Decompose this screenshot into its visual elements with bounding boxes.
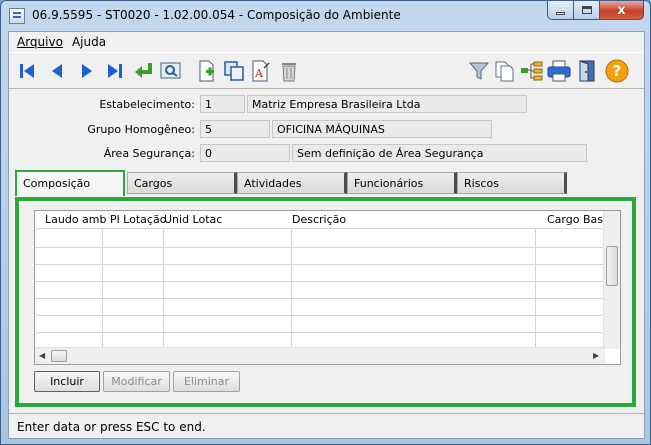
menu-bar: Arquivo Ajuda: [9, 32, 644, 52]
print-icon[interactable]: [547, 59, 571, 83]
close-icon: x: [617, 2, 626, 18]
area-seguranca-description-field: Sem definição de Área Segurança: [292, 144, 587, 162]
next-record-icon[interactable]: [75, 59, 99, 83]
copy-icon[interactable]: [222, 59, 246, 83]
vertical-scrollbar[interactable]: [603, 211, 620, 349]
minimize-button[interactable]: [547, 1, 574, 20]
row-divider: [35, 298, 605, 299]
estabelecimento-label: Estabelecimento:: [99, 98, 195, 111]
column-header-pl-lotacao[interactable]: Pl Lotação: [110, 213, 170, 226]
horizontal-scroll-thumb[interactable]: [51, 350, 67, 362]
tab-riscos[interactable]: Riscos: [457, 172, 567, 194]
maximize-icon: [581, 6, 592, 14]
estabelecimento-description-field: Matriz Empresa Brasileira Ltda: [247, 95, 527, 113]
grupo-homogeneo-code-field: 5: [200, 120, 270, 138]
grid-header: Laudo amb Pl Lotação Unid Lotac Descriçã…: [35, 211, 620, 229]
area-seguranca-label: Área Segurança:: [103, 147, 195, 160]
new-document-icon[interactable]: [195, 59, 219, 83]
help-icon[interactable]: ?: [605, 59, 629, 83]
grupo-homogeneo-label: Grupo Homogêneo:: [87, 123, 195, 136]
title-bar[interactable]: 06.9.5595 - ST0020 - 1.02.00.054 - Compo…: [1, 1, 650, 31]
svg-text:?: ?: [613, 62, 622, 80]
incluir-button[interactable]: Incluir: [34, 371, 100, 392]
column-header-cargo-bas[interactable]: Cargo Bas D: [547, 213, 607, 226]
tab-funcionarios[interactable]: Funcionários: [347, 172, 457, 194]
scroll-left-icon[interactable]: ◀: [39, 351, 45, 360]
last-record-icon[interactable]: [103, 59, 127, 83]
row-divider: [35, 315, 605, 316]
close-button[interactable]: x: [600, 1, 644, 20]
modificar-button[interactable]: Modificar: [103, 371, 170, 392]
composicao-grid[interactable]: Laudo amb Pl Lotação Unid Lotac Descriçã…: [34, 210, 621, 365]
previous-record-icon[interactable]: [45, 59, 69, 83]
status-bar: Enter data or press ESC to end.: [9, 413, 644, 438]
search-icon[interactable]: [159, 59, 183, 83]
tab-composicao[interactable]: Composição: [15, 170, 125, 196]
horizontal-scrollbar[interactable]: ◀ ▶: [35, 347, 605, 364]
tab-atividades[interactable]: Atividades: [237, 172, 347, 194]
rename-icon[interactable]: A: [249, 59, 273, 83]
scroll-right-icon[interactable]: ▶: [593, 351, 599, 360]
estabelecimento-code-field: 1: [200, 95, 245, 113]
row-divider: [35, 281, 605, 282]
minimize-icon: [556, 11, 565, 15]
svg-text:A: A: [254, 67, 264, 80]
client-area: Arquivo Ajuda A ? Estabelecimento: 1 Mat…: [8, 31, 645, 439]
window-title: 06.9.5595 - ST0020 - 1.02.00.054 - Compo…: [32, 8, 401, 22]
exit-icon[interactable]: [575, 59, 599, 83]
toolbar: A ?: [9, 52, 644, 89]
menu-ajuda[interactable]: Ajuda: [68, 32, 111, 52]
grupo-homogeneo-description-field: OFICINA MÁQUINAS: [272, 120, 492, 138]
composicao-panel: Laudo amb Pl Lotação Unid Lotac Descriçã…: [15, 197, 636, 407]
maximize-button[interactable]: [574, 1, 600, 20]
delete-icon[interactable]: [277, 59, 301, 83]
column-header-unid-lotac[interactable]: Unid Lotac: [164, 213, 290, 226]
row-divider: [35, 247, 605, 248]
go-to-icon[interactable]: [132, 59, 156, 83]
row-divider: [35, 332, 605, 333]
document-copy-icon[interactable]: [493, 59, 517, 83]
caption-buttons: x: [547, 1, 644, 20]
vertical-scroll-thumb[interactable]: [606, 246, 618, 286]
app-icon: [9, 8, 25, 24]
application-window: 06.9.5595 - ST0020 - 1.02.00.054 - Compo…: [0, 0, 651, 445]
row-divider: [35, 264, 605, 265]
area-seguranca-code-field: 0: [200, 144, 290, 162]
header-fields: Estabelecimento: 1 Matriz Empresa Brasil…: [13, 93, 640, 169]
column-header-laudo-amb[interactable]: Laudo amb: [45, 213, 107, 226]
filter-icon[interactable]: [467, 59, 491, 83]
tree-icon[interactable]: [520, 59, 544, 83]
menu-arquivo[interactable]: Arquivo: [13, 32, 68, 52]
column-header-descricao[interactable]: Descrição: [292, 213, 532, 226]
first-record-icon[interactable]: [15, 59, 39, 83]
eliminar-button[interactable]: Eliminar: [173, 371, 240, 392]
tab-cargos[interactable]: Cargos: [127, 172, 237, 194]
